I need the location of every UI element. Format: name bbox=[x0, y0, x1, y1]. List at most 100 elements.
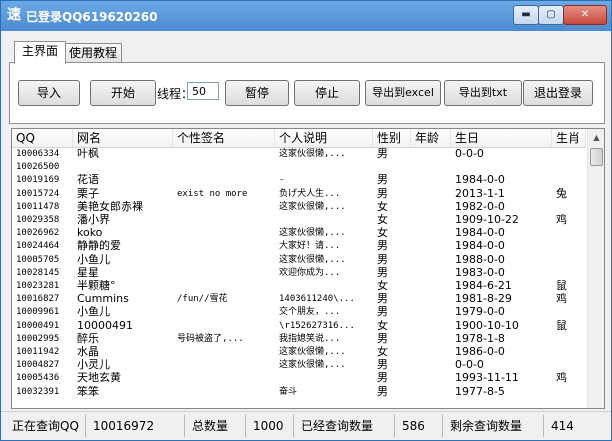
logout-button[interactable]: 退出登录 bbox=[523, 80, 593, 106]
cell-description: 负げ犬人生... bbox=[279, 188, 341, 199]
cell-zodiac: 兔 bbox=[556, 187, 567, 200]
table-row[interactable]: 10006334 叶枫 这家伙很懒,... 男 0-0-0 bbox=[12, 148, 586, 160]
window-title: 已登录QQ619620260 bbox=[26, 10, 158, 24]
table-row[interactable]: 10024464 静静的爱 大家好！请... 男 1984-0-0 bbox=[12, 240, 586, 252]
cell-signature bbox=[173, 254, 275, 266]
cell-description: 1403611240\... bbox=[279, 294, 355, 305]
export-txt-button[interactable]: 导出到txt bbox=[444, 80, 522, 106]
title-bar[interactable]: 速 已登录QQ619620260 ▬ ▢ ✕ bbox=[1, 1, 611, 31]
cell-age bbox=[411, 280, 451, 292]
table-row[interactable]: 10005436 天地玄黄 男 1993-11-11 鸡 bbox=[12, 372, 586, 384]
table-row[interactable]: 10005705 小鱼儿 这家伙很懒,... 男 1988-0-0 bbox=[12, 254, 586, 266]
status-remaining-value: 414 bbox=[551, 419, 574, 433]
table-row[interactable]: 10009961 小鱼儿 交个朋友，... 男 1979-0-0 bbox=[12, 306, 586, 318]
scroll-thumb[interactable] bbox=[590, 148, 603, 166]
cell-age bbox=[411, 227, 451, 239]
cell-birthday: 1984-6-21 bbox=[455, 280, 512, 292]
cell-qq: 10015724 bbox=[16, 188, 60, 199]
column-header-gender[interactable]: 性别 bbox=[373, 129, 411, 147]
cell-qq: 10029358 bbox=[16, 215, 60, 225]
cell-signature bbox=[173, 280, 275, 292]
close-button[interactable]: ✕ bbox=[563, 5, 607, 25]
cell-qq: 10026962 bbox=[16, 228, 60, 239]
vertical-scrollbar[interactable]: ▲ bbox=[587, 129, 604, 408]
table-row[interactable]: 10028145 星星 欢迎你成为... 男 1983-0-0 bbox=[12, 267, 586, 279]
cell-gender: 男 bbox=[377, 187, 388, 200]
cell-qq: 10005436 bbox=[16, 373, 60, 384]
cell-birthday: 1984-0-0 bbox=[455, 227, 505, 240]
cell-age bbox=[411, 188, 451, 200]
tab-main[interactable]: 主界面 bbox=[14, 41, 66, 64]
cell-nickname: koko bbox=[77, 227, 103, 240]
table-row[interactable]: 10015724 栗子 exist no more 负げ犬人生... 男 2013-1-1… bbox=[12, 188, 586, 200]
cell-age bbox=[411, 214, 451, 226]
status-done-label: 已经查询数量 bbox=[301, 419, 374, 433]
cell-nickname bbox=[73, 161, 173, 173]
table-row[interactable]: 10000491 10000491 \r152627316... 女 1900-10-1… bbox=[12, 320, 586, 332]
export-excel-button[interactable]: 导出到excel bbox=[365, 80, 441, 106]
cell-gender: 男 bbox=[377, 306, 388, 319]
cell-birthday: 1984-0-0 bbox=[455, 174, 505, 187]
table-row[interactable]: 10023281 半颗糖° 女 1984-6-21 鼠 bbox=[12, 280, 586, 292]
cell-gender: 男 bbox=[377, 359, 388, 372]
status-total-label: 总数量 bbox=[192, 419, 229, 433]
cell-qq: 10023281 bbox=[16, 281, 60, 291]
cell-qq: 10026500 bbox=[16, 162, 60, 173]
cell-description bbox=[275, 161, 373, 173]
column-header-age[interactable]: 年龄 bbox=[411, 129, 451, 147]
table-row[interactable]: 10016827 Cummins/fun//雪花 1403611240\... 男 19… bbox=[12, 293, 586, 305]
cell-birthday: 1984-0-0 bbox=[455, 240, 505, 253]
cell-qq: 10000491 bbox=[16, 320, 60, 331]
tab-tutorial[interactable]: 使用教程 bbox=[64, 43, 122, 63]
cell-gender: 女 bbox=[377, 227, 388, 240]
column-header-zodiac[interactable]: 生肖 bbox=[552, 129, 586, 147]
cell-birthday: 0-0-0 bbox=[455, 359, 484, 372]
cell-qq: 10011478 bbox=[16, 201, 60, 212]
cell-description: 这家伙很懒,... bbox=[279, 254, 346, 265]
import-button[interactable]: 导入 bbox=[18, 80, 80, 106]
cell-birthday: 1982-0-0 bbox=[455, 200, 505, 213]
stop-button[interactable]: 停止 bbox=[294, 80, 360, 106]
start-button[interactable]: 开始 bbox=[90, 80, 156, 106]
table-row[interactable]: 10019169 花语 - 男 1984-0-0 bbox=[12, 174, 586, 186]
column-header-birthday[interactable]: 生日 bbox=[451, 129, 552, 147]
maximize-button[interactable]: ▢ bbox=[538, 5, 564, 25]
table-row[interactable]: 10011478 美艳女郎赤裸 这家伙很懒,... 女 1982-0-0 bbox=[12, 201, 586, 213]
cell-age bbox=[411, 320, 451, 332]
cell-birthday: 1978-1-8 bbox=[455, 332, 505, 345]
status-done-value: 586 bbox=[402, 419, 425, 433]
cell-birthday: 1988-0-0 bbox=[455, 253, 505, 266]
cell-nickname: 笨笨 bbox=[77, 385, 99, 398]
cell-age bbox=[411, 333, 451, 345]
table-row[interactable]: 10011942 水晶 这家伙很懒,... 女 1986-0-0 bbox=[12, 346, 586, 358]
cell-age bbox=[411, 201, 451, 213]
scroll-up-icon[interactable]: ▲ bbox=[589, 130, 604, 146]
table-row[interactable]: 10032391 笨笨 奋斗 男 1977-8-5 bbox=[12, 386, 586, 398]
results-table[interactable]: QQ 网名 个性签名 个人说明 性别 年龄 生日 生肖 10006334 叶枫 这家… bbox=[11, 128, 605, 409]
cell-qq: 10016827 bbox=[16, 294, 60, 305]
cell-age bbox=[411, 161, 451, 173]
column-header-nickname[interactable]: 网名 bbox=[73, 129, 173, 147]
table-row[interactable]: 10026500 bbox=[12, 161, 586, 173]
table-row[interactable]: 10004827 小灵儿 这家伙很懒,... 男 0-0-0 bbox=[12, 359, 586, 371]
cell-birthday: 2013-1-1 bbox=[455, 187, 505, 200]
cell-gender: 男 bbox=[377, 332, 388, 345]
minimize-button[interactable]: ▬ bbox=[513, 5, 539, 25]
column-header-signature[interactable]: 个性签名 bbox=[173, 129, 275, 147]
cell-gender: 女 bbox=[377, 319, 388, 332]
table-header: QQ 网名 个性签名 个人说明 性别 年龄 生日 生肖 bbox=[12, 129, 586, 148]
cell-nickname: 栗子 bbox=[77, 187, 99, 200]
table-row[interactable]: 10026962 koko 这家伙很懒,... 女 1984-0-0 bbox=[12, 227, 586, 239]
table-row[interactable]: 10029358 潘小界 女 1909-10-22 鸡 bbox=[12, 214, 586, 226]
threads-input[interactable]: 50 bbox=[187, 82, 219, 100]
pause-button[interactable]: 暂停 bbox=[225, 80, 289, 106]
cell-qq: 10028145 bbox=[16, 267, 60, 278]
cell-signature bbox=[173, 161, 275, 173]
cell-description: 这家伙很懒,... bbox=[279, 228, 346, 239]
column-header-description[interactable]: 个人说明 bbox=[275, 129, 373, 147]
cell-signature: 号码被盗了,... bbox=[177, 333, 244, 344]
column-header-qq[interactable]: QQ bbox=[12, 129, 73, 147]
cell-signature bbox=[173, 359, 275, 371]
table-row[interactable]: 10002995 醉乐 号码被盗了,... 我指媳笑说... 男 1978-1-8 bbox=[12, 333, 586, 345]
cell-nickname: 花语 bbox=[77, 174, 99, 187]
